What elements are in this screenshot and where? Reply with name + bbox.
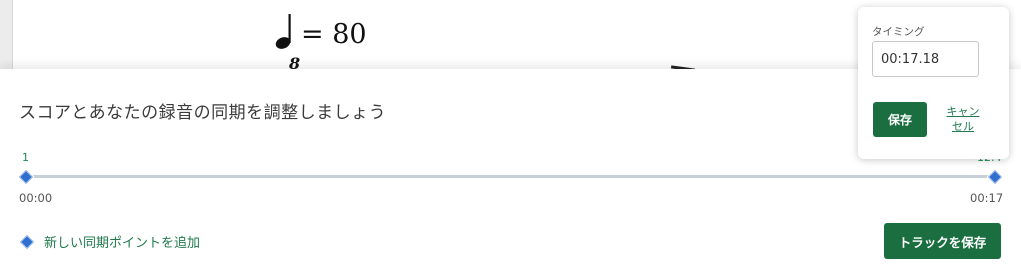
end-sync-point-diamond-icon[interactable] — [987, 169, 1003, 185]
tempo-value: = 80 — [301, 19, 367, 50]
panel-title: スコアとあなたの録音の同期を調整しましょう — [19, 103, 387, 123]
save-track-button[interactable]: トラックを保存 — [884, 223, 1001, 259]
start-time-label: 00:00 — [19, 191, 53, 205]
add-sync-point-link[interactable]: 新しい同期ポイントを追加 — [19, 232, 201, 251]
diamond-icon — [19, 234, 35, 249]
start-sync-point-diamond-icon[interactable] — [18, 169, 34, 185]
sync-timeline-track[interactable] — [25, 175, 995, 178]
timing-label: タイミング — [872, 26, 925, 38]
add-sync-point-label: 新しい同期ポイントを追加 — [44, 236, 201, 251]
end-time-label: 00:17 — [970, 191, 1004, 205]
popover-save-button[interactable]: 保存 — [873, 102, 927, 137]
timing-popover: タイミング 保存 キャンセル — [858, 7, 1009, 159]
start-marker-label: 1 — [22, 151, 29, 164]
popover-cancel-link[interactable]: キャンセル — [942, 104, 984, 134]
tempo-marking: = 80 — [275, 14, 367, 50]
quarter-note-icon — [275, 14, 297, 50]
timing-input[interactable] — [872, 41, 979, 77]
